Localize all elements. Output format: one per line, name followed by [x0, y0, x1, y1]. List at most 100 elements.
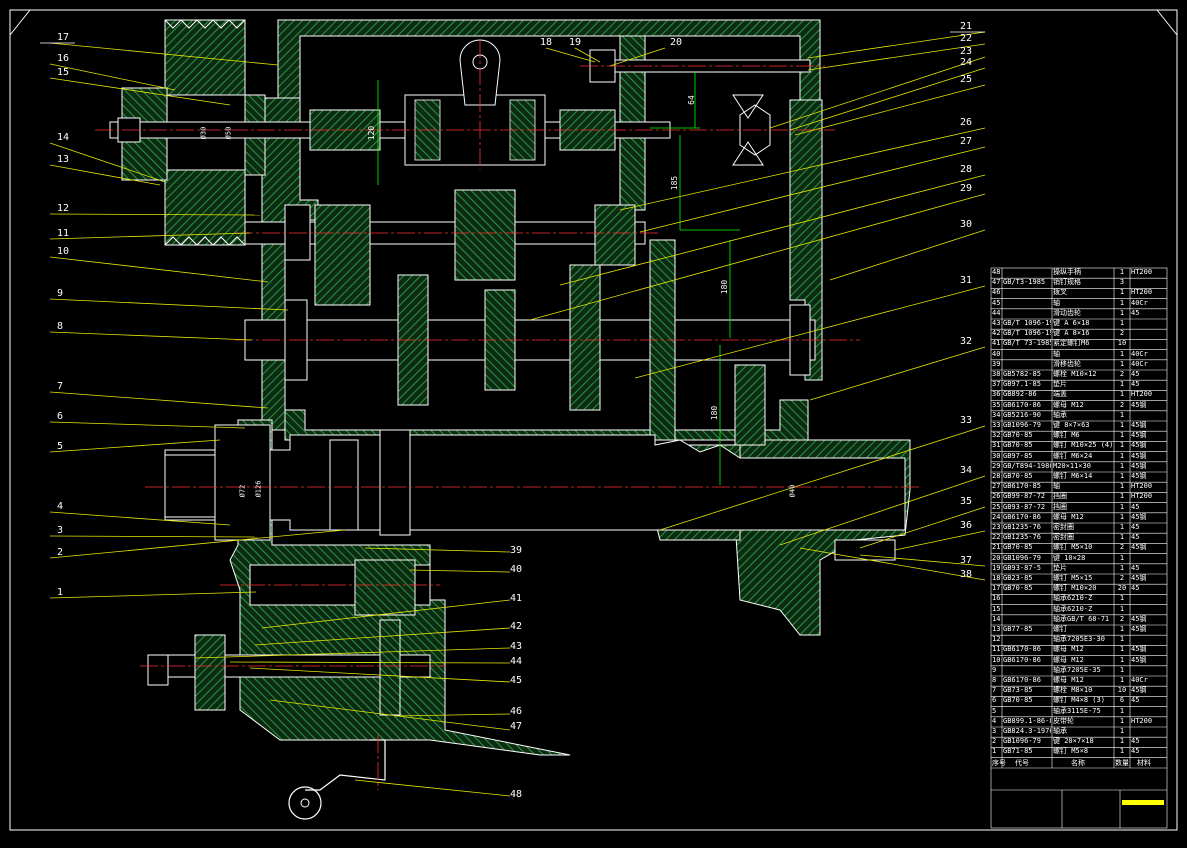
- bom-cell-qty: 1: [1119, 502, 1125, 511]
- bom-header-code: 代号: [1015, 759, 1029, 767]
- bom-row: 9 轴承7205E-35 1: [991, 666, 1167, 675]
- lower-slider-gear: [354, 559, 416, 616]
- bom-cell-no: 36: [992, 390, 1001, 399]
- bom-cell-code: GB93-87-5: [1003, 563, 1041, 572]
- bill-of-materials: 48 操纵手柄 1 HT200 47 GB/T3-1985 销钉规格 3 46 拨叉 1 HT200 4…: [991, 268, 1167, 828]
- balloon-48: 48: [510, 789, 523, 800]
- bom-cell-name: 轴: [1053, 349, 1060, 358]
- bom-cell-qty: 1: [1119, 431, 1125, 440]
- bom-row: 21 GB70-85 螺钉 M5×10 2 45钢: [991, 543, 1167, 552]
- bom-cell-no: 44: [992, 308, 1001, 317]
- bom-cell-code: GB/T 1096-1979: [1003, 329, 1051, 338]
- bom-row: 29 GB/T894-1986 M20×11×30 1 45钢: [991, 462, 1167, 471]
- operating-handle: [305, 739, 386, 791]
- bom-cell-name: 螺栓 M10×12: [1053, 370, 1097, 378]
- sheet-corner-mark: [1156, 9, 1178, 36]
- bom-row: 20 GB1096-79 键 10×28 1: [991, 554, 1167, 563]
- bom-cell-code: GB/T3-1985: [1003, 278, 1046, 287]
- bom-cell-qty: 1: [1119, 472, 1125, 480]
- bom-cell-qty: 3: [1119, 278, 1125, 287]
- dim-text-bore-c: Ø40: [788, 484, 797, 498]
- bom-cell-code: GB70-85: [1003, 431, 1033, 440]
- leader-10: [49, 256, 269, 283]
- balloon-37: 37: [960, 555, 973, 566]
- bom-row: 45 轴 1 40Cr: [991, 299, 1167, 308]
- bom-cell-name: 轴承: [1053, 727, 1067, 735]
- bom-row: 24 GB6170-86 螺母 M12 1 45钢: [991, 513, 1167, 522]
- bom-cell-qty: 1: [1119, 737, 1125, 746]
- bom-cell-no: 6: [992, 696, 997, 705]
- bom-cell-mat: 45钢: [1131, 614, 1147, 623]
- bom-cell-name: 螺母 M12: [1053, 512, 1084, 521]
- bom-cell-name: 螺栓 M8×10: [1053, 686, 1093, 695]
- handle-knob: [288, 786, 322, 820]
- bom-cell-name: 螺母 M12: [1053, 645, 1084, 654]
- bom-header-mat: 材料: [1137, 759, 1151, 767]
- bom-cell-mat: 45钢: [1131, 686, 1147, 695]
- bom-cell-qty: 10: [1117, 686, 1127, 695]
- bom-cell-qty: 1: [1119, 380, 1125, 389]
- lower-nut: [147, 654, 169, 686]
- bom-cell-qty: 1: [1119, 594, 1125, 603]
- bom-cell-mat: 45钢: [1131, 574, 1147, 582]
- bom-cell-qty: 1: [1119, 359, 1125, 368]
- bom-cell-mat: 40Cr: [1131, 298, 1148, 307]
- leader-32: [809, 346, 986, 401]
- balloon-20: 20: [670, 37, 683, 48]
- bom-cell-code: GB70-85: [1003, 472, 1033, 480]
- bom-cell-name: 轴承7205E-35: [1053, 665, 1101, 674]
- balloon-15: 15: [57, 67, 70, 78]
- bom-cell-code: GB6170-85: [1003, 482, 1041, 491]
- bom-cell-code: GB70-85: [1003, 696, 1033, 705]
- bom-row: 25 GB93-87-72 挡圈 1 45: [991, 503, 1167, 512]
- leader-1: [49, 591, 257, 599]
- dim-text-bore-b: Ø126: [254, 480, 263, 498]
- bom-cell-mat: 45: [1131, 737, 1140, 746]
- bom-row: 26 GB99-87-72 挡圈 1 HT200: [991, 492, 1167, 501]
- bom-cell-name: 销钉规格: [1053, 278, 1081, 287]
- bom-cell-mat: 45钢: [1131, 461, 1147, 470]
- bom-cell-qty: 1: [1119, 349, 1125, 358]
- bom-row: 17 GB70-85 螺钉 M10×20 20 45: [991, 584, 1167, 593]
- bom-cell-name: 挡圈: [1053, 492, 1067, 501]
- bom-row: 6 GB70-85 螺钉 M4×8 (3) 6 45: [991, 696, 1167, 705]
- bom-cell-code: GB6170-86: [1003, 676, 1041, 684]
- bom-cell-mat: 45钢: [1131, 472, 1147, 480]
- bom-cell-code: GB1096-79: [1003, 553, 1041, 562]
- bom-row: 28 GB70-85 螺钉 M6×14 1 45钢: [991, 472, 1167, 481]
- dim-text-185: 185: [670, 175, 680, 191]
- bom-cell-qty: 1: [1119, 563, 1125, 572]
- bom-cell-mat: 45钢: [1131, 512, 1147, 521]
- balloon-9: 9: [57, 288, 64, 299]
- bom-cell-qty: 1: [1119, 288, 1125, 297]
- balloon-26: 26: [960, 117, 973, 128]
- bom-cell-name: 轴承: [1053, 410, 1067, 419]
- bom-cell-no: 40: [992, 349, 1001, 358]
- leader-7: [49, 391, 269, 409]
- bom-row: 47 GB/T3-1985 销钉规格 3: [991, 278, 1167, 287]
- bom-cell-no: 41: [992, 339, 1001, 348]
- bom-cell-qty: 20: [1117, 584, 1127, 593]
- bom-row: 12 轴承7205E3-30 1: [991, 635, 1167, 644]
- balloon-35: 35: [960, 496, 973, 507]
- bom-cell-qty: 2: [1119, 614, 1125, 623]
- bom-cell-qty: 1: [1119, 727, 1125, 735]
- bom-cell-mat: HT200: [1131, 716, 1153, 725]
- bom-cell-no: 29: [992, 461, 1001, 470]
- bom-cell-name: 轴: [1053, 298, 1060, 307]
- bom-cell-name: 键 20×7×18: [1053, 737, 1094, 746]
- balloon-28: 28: [960, 164, 973, 175]
- bom-cell-code: GB6170-86: [1003, 645, 1041, 654]
- dim-text-shaft-b: Ø30: [199, 126, 208, 140]
- balloon-25: 25: [960, 74, 973, 85]
- bom-cell-no: 8: [992, 676, 997, 684]
- bom-cell-code: GB6170-86: [1003, 512, 1041, 521]
- bom-cell-no: 42: [992, 329, 1001, 338]
- lower-bearing: [379, 619, 401, 716]
- balloon-30: 30: [960, 219, 973, 230]
- bom-cell-code: GB73-85: [1003, 686, 1033, 695]
- bom-header-no: 序号: [992, 759, 1006, 767]
- bom-cell-qty: 1: [1119, 553, 1125, 562]
- leader-9: [49, 298, 289, 311]
- balloon-43: 43: [510, 641, 523, 652]
